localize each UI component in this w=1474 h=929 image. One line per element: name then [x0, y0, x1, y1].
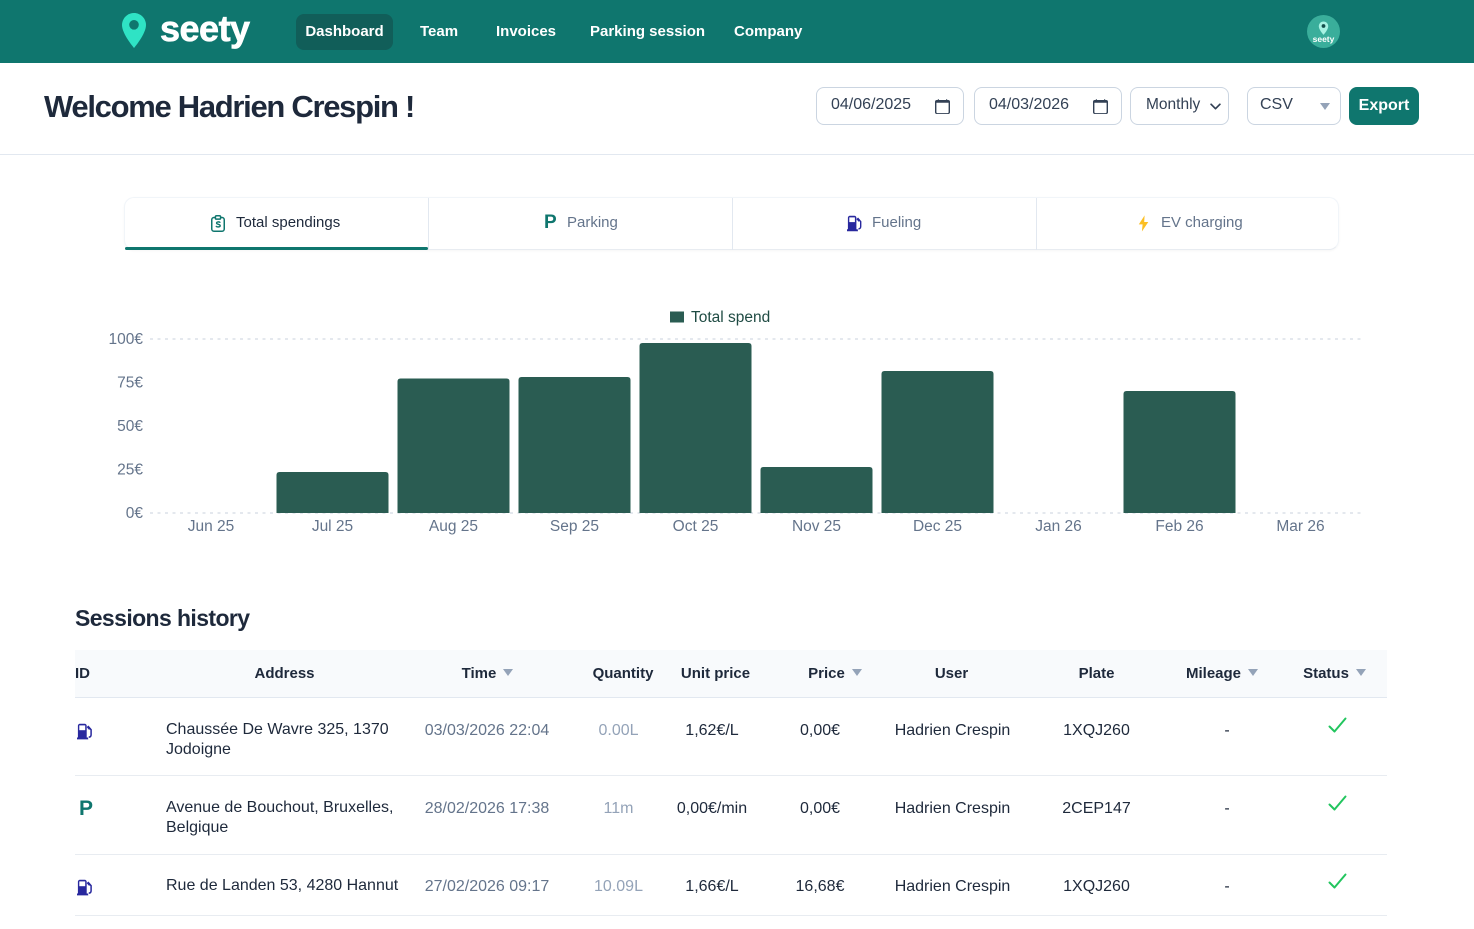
svg-text:Feb 26: Feb 26	[1155, 518, 1203, 535]
svg-text:Jun 25: Jun 25	[188, 518, 235, 535]
svg-text:75€: 75€	[117, 375, 143, 392]
svg-text:Oct 25: Oct 25	[673, 518, 719, 535]
svg-text:Jul 25: Jul 25	[312, 518, 353, 535]
svg-text:Nov 25: Nov 25	[792, 518, 841, 535]
svg-text:Jan 26: Jan 26	[1035, 518, 1082, 535]
svg-text:100€: 100€	[109, 331, 144, 348]
svg-text:50€: 50€	[117, 418, 143, 435]
svg-text:Total spend: Total spend	[691, 309, 770, 326]
svg-text:Dec 25: Dec 25	[913, 518, 962, 535]
svg-text:Aug 25: Aug 25	[429, 518, 478, 535]
svg-text:0€: 0€	[126, 505, 144, 522]
svg-text:seety: seety	[1313, 34, 1335, 44]
svg-text:25€: 25€	[117, 462, 143, 479]
svg-text:Sep 25: Sep 25	[550, 518, 599, 535]
svg-text:Mar 26: Mar 26	[1276, 518, 1324, 535]
